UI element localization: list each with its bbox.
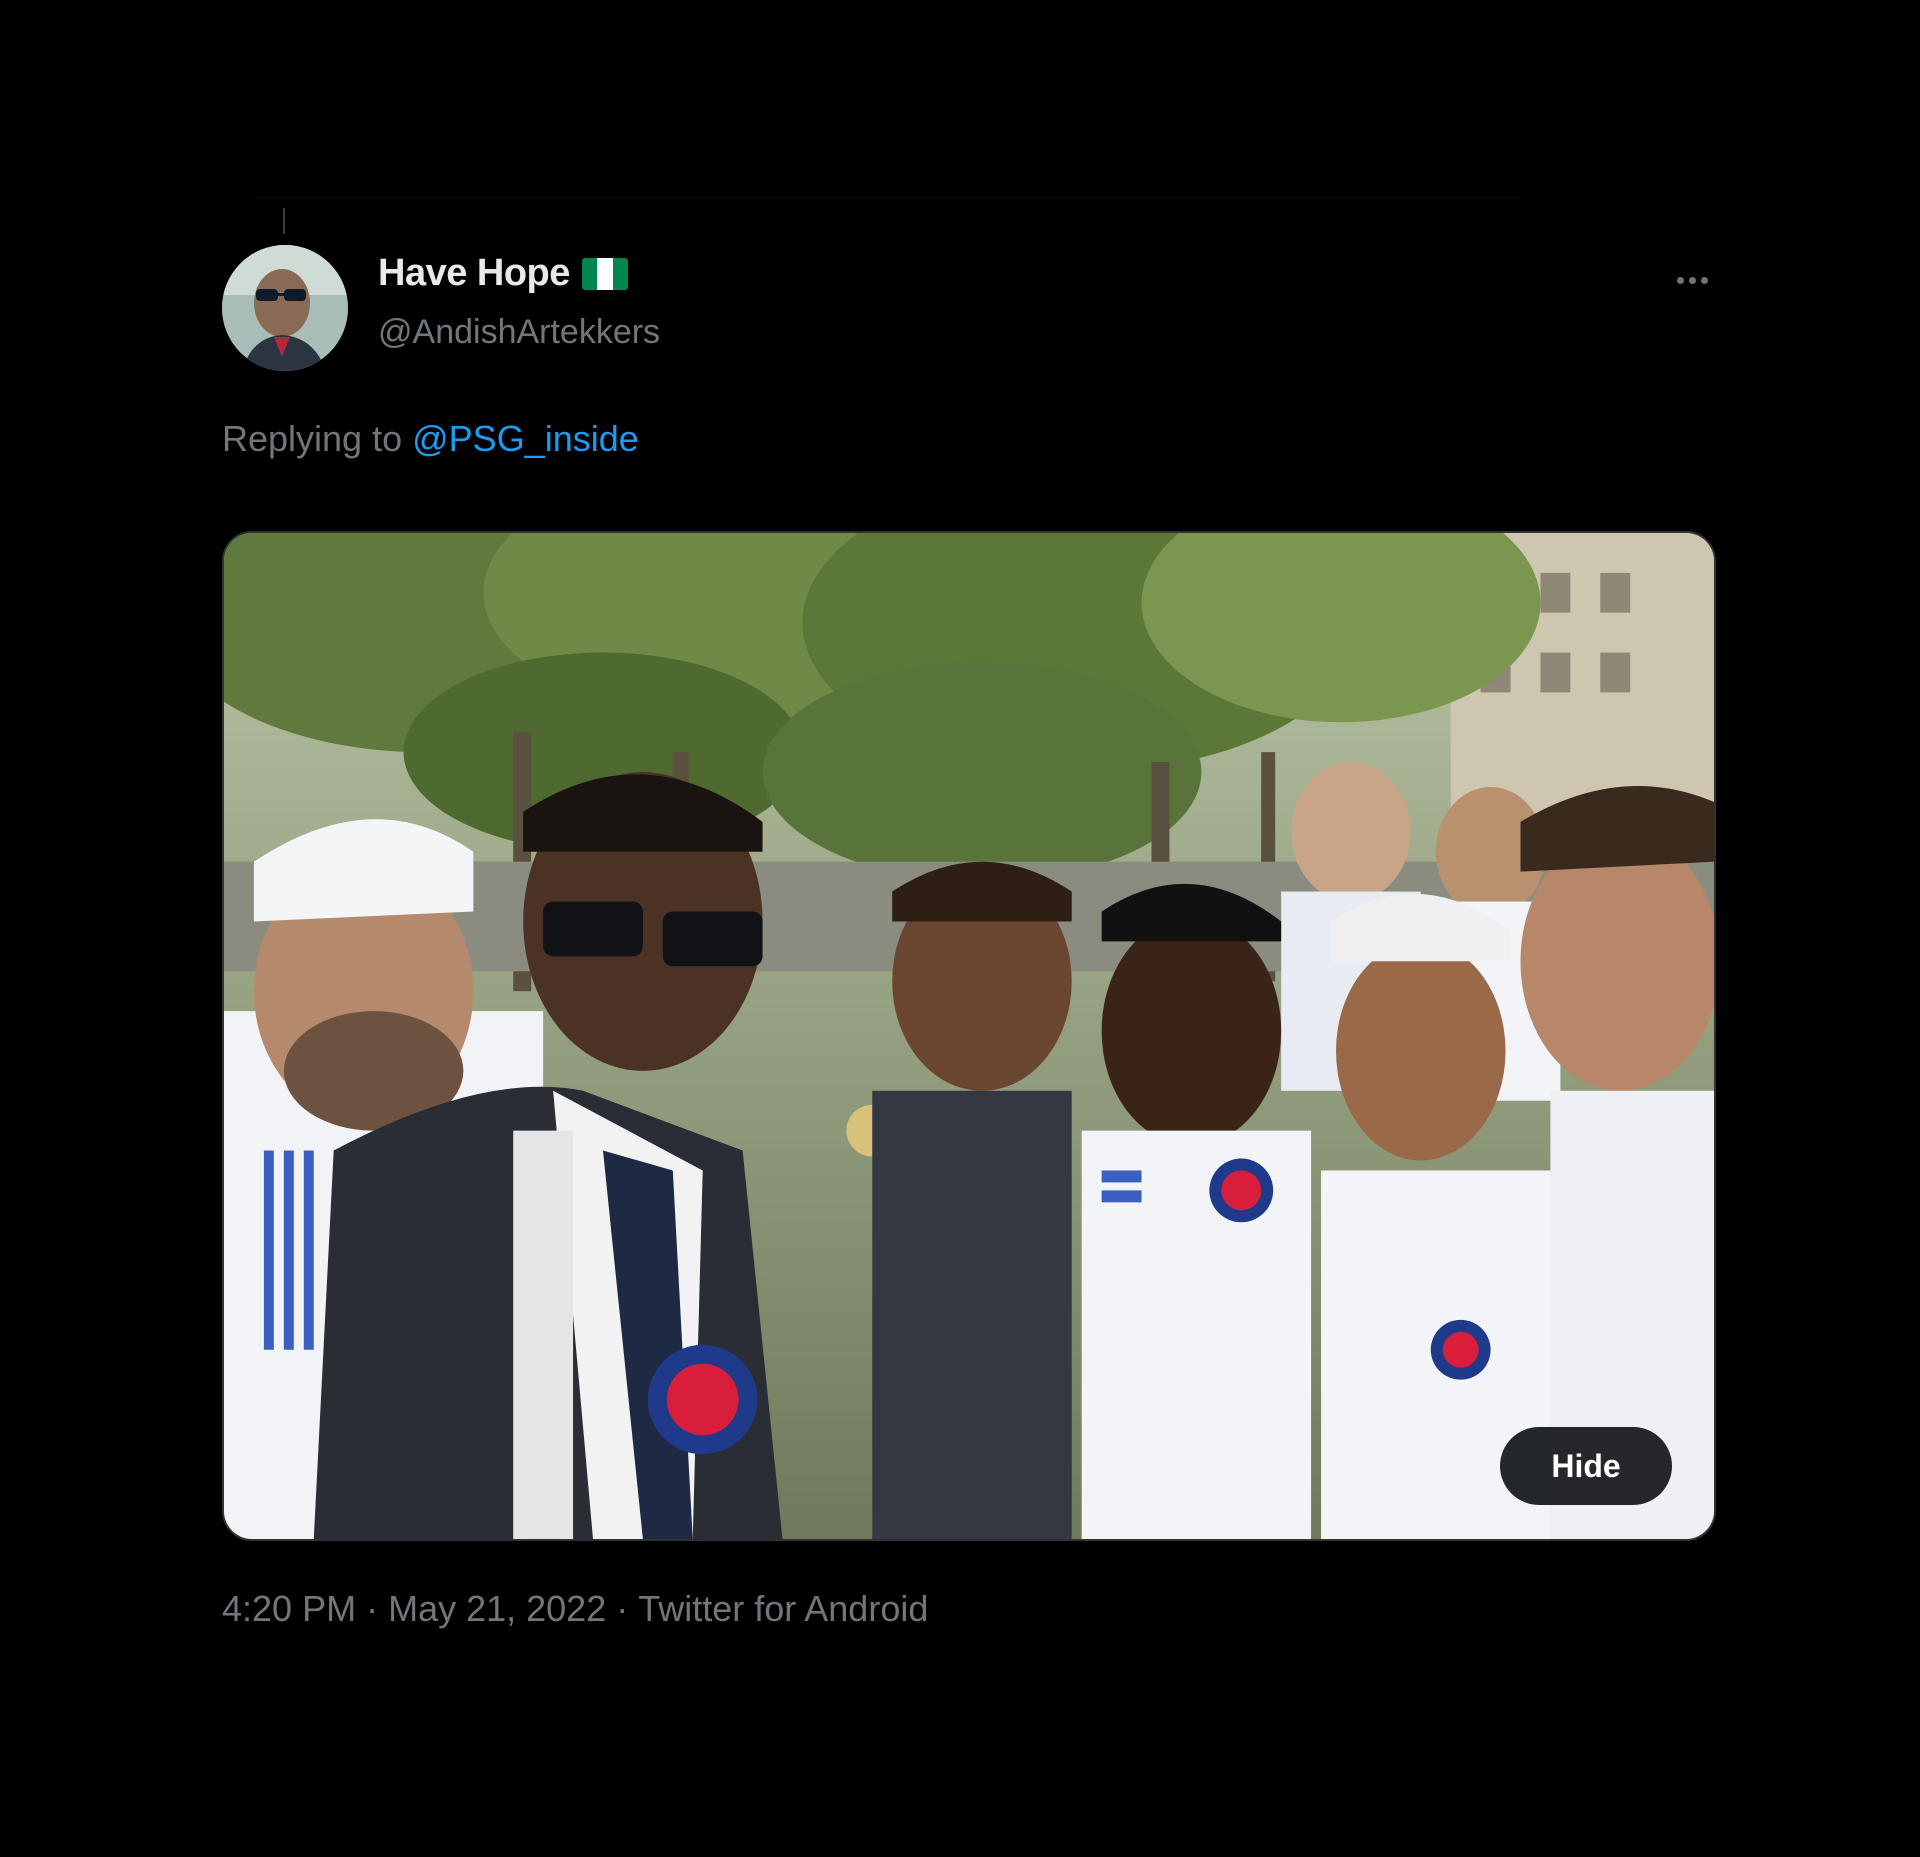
thread-connector-line: [283, 208, 285, 234]
tweet-time[interactable]: 4:20 PM: [222, 1588, 356, 1630]
tweet-date[interactable]: May 21, 2022: [388, 1588, 606, 1630]
tweet-source-link[interactable]: Twitter for Android: [638, 1588, 928, 1630]
author-handle[interactable]: @AndishArtekkers: [378, 313, 660, 352]
author-display-name[interactable]: Have Hope: [378, 252, 570, 295]
reply-mention-link[interactable]: @PSG_inside: [412, 418, 639, 459]
replying-to-label: Replying to: [222, 418, 403, 459]
meta-separator: ·: [616, 1588, 629, 1629]
nigeria-flag-icon: [581, 257, 628, 290]
photo-illustration: [224, 533, 1714, 1539]
tweet-metadata: 4:20 PM · May 21, 2022 · Twitter for And…: [222, 1588, 928, 1630]
hide-media-button[interactable]: Hide: [1500, 1427, 1672, 1505]
more-horizontal-icon[interactable]: [1668, 260, 1716, 300]
avatar[interactable]: [222, 245, 348, 371]
replying-to-line: Replying to @PSG_inside: [222, 418, 639, 460]
meta-separator: ·: [366, 1588, 379, 1629]
avatar-image: [222, 245, 348, 371]
author-name-row: Have Hope: [378, 252, 628, 295]
thread-top-divider: [255, 196, 1520, 200]
tweet-photo[interactable]: [222, 531, 1716, 1541]
